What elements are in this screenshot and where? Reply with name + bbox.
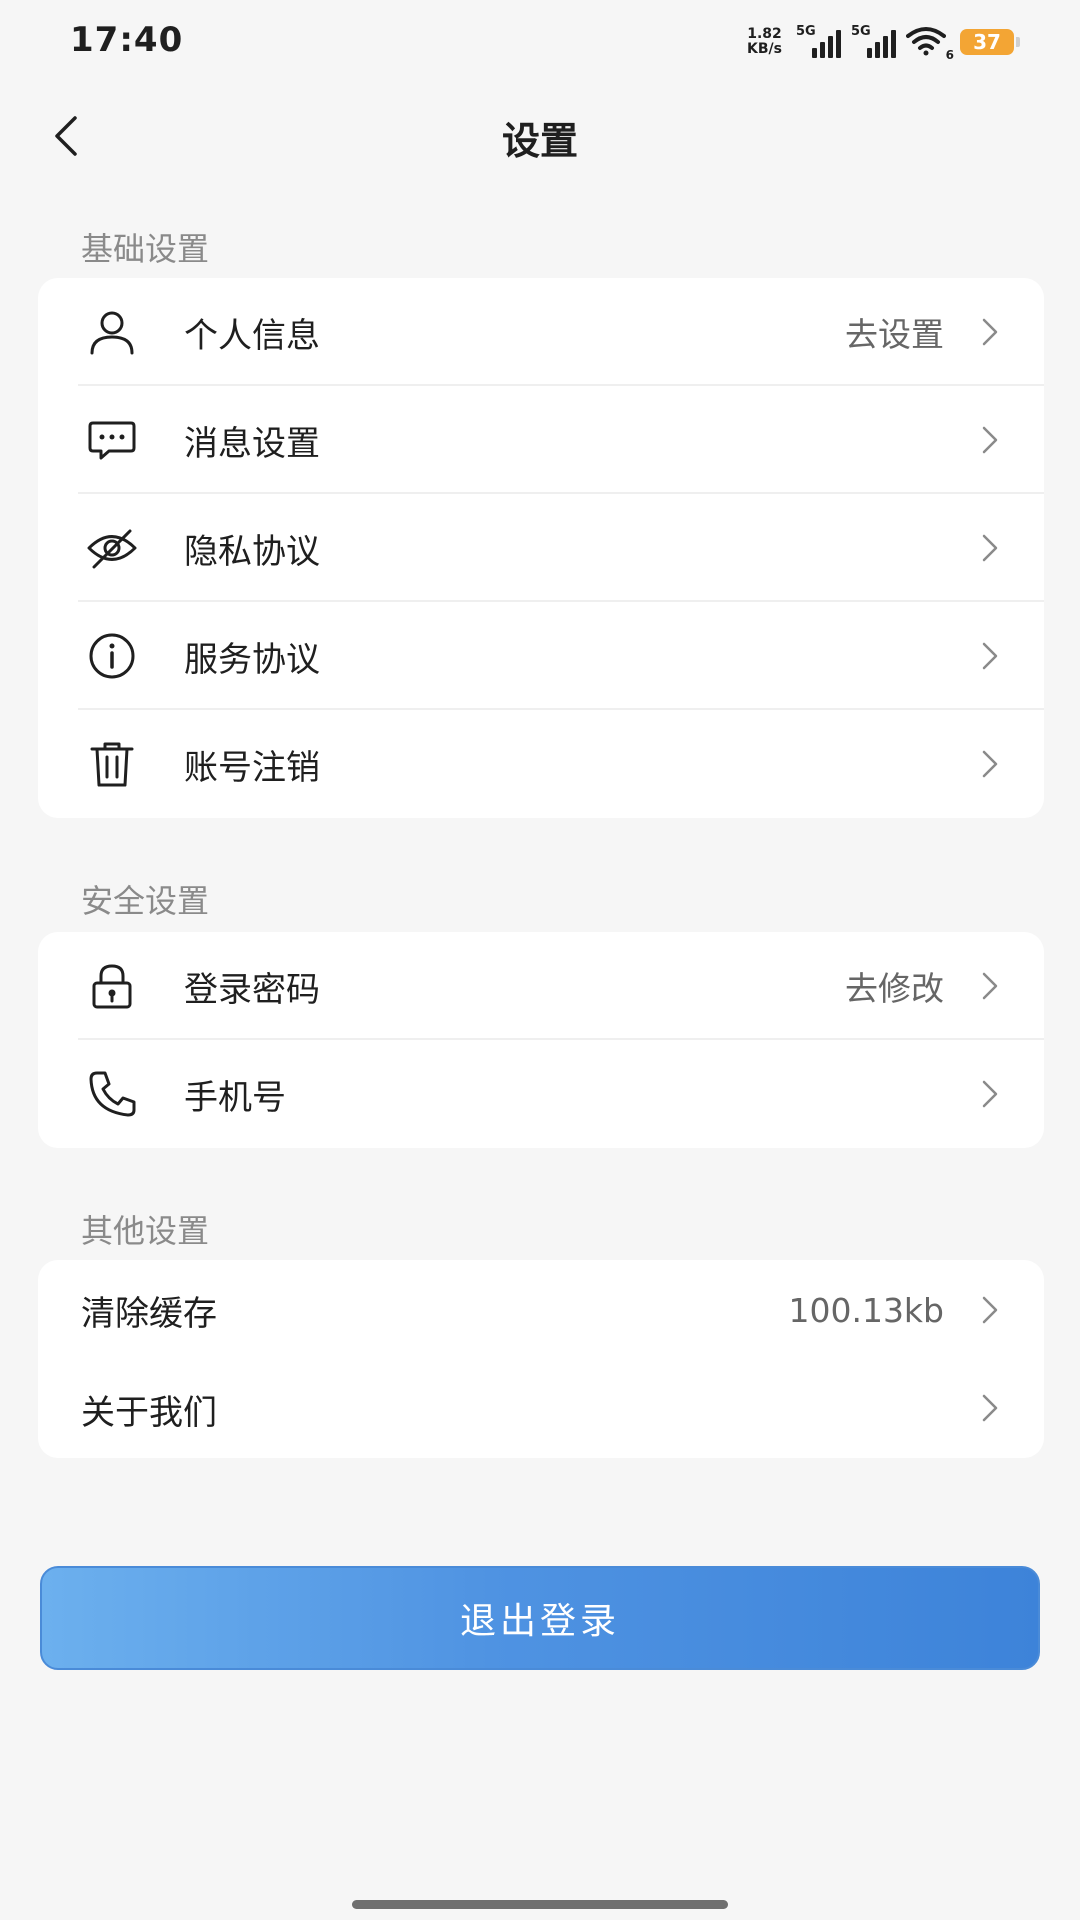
- wifi-icon: 6: [906, 26, 954, 62]
- battery-icon: 37: [960, 29, 1020, 55]
- row-label: 登录密码: [184, 969, 320, 1010]
- row-account-deletion[interactable]: 账号注销: [38, 710, 1044, 818]
- section-title-basic: 基础设置: [81, 230, 210, 268]
- row-clear-cache[interactable]: 清除缓存 100.13kb: [38, 1260, 1044, 1360]
- section-title-security: 安全设置: [81, 882, 210, 920]
- row-about-us[interactable]: 关于我们: [38, 1360, 1044, 1458]
- page-title: 设置: [501, 119, 578, 163]
- network-speed-unit: KB/s: [747, 41, 782, 57]
- basic-settings-card: 个人信息 去设置 消息设置 隐私协议 服务协议 账号注销: [38, 278, 1044, 818]
- row-message-settings[interactable]: 消息设置: [38, 386, 1044, 494]
- sim1-label: 5G: [796, 24, 816, 39]
- row-label: 手机号: [184, 1077, 286, 1118]
- chevron-right-icon: [970, 744, 1010, 784]
- status-bar: 17:40 1.82 KB/s 5G 5G 6 37: [0, 0, 1080, 84]
- chevron-right-icon: [970, 966, 1010, 1006]
- status-time: 17:40: [70, 20, 184, 60]
- row-value: 去修改: [845, 969, 944, 1008]
- battery-level: 37: [973, 30, 1001, 54]
- row-login-password[interactable]: 登录密码 去修改: [38, 932, 1044, 1040]
- signal-icon-sim1: 5G: [796, 24, 841, 58]
- row-privacy-agreement[interactable]: 隐私协议: [38, 494, 1044, 602]
- info-icon: [82, 626, 142, 686]
- wifi-badge: 6: [945, 48, 954, 62]
- signal-icon-sim2: 5G: [851, 24, 896, 58]
- row-label: 隐私协议: [184, 531, 320, 572]
- row-service-agreement[interactable]: 服务协议: [38, 602, 1044, 710]
- row-value: 去设置: [845, 315, 944, 354]
- row-phone-number[interactable]: 手机号: [38, 1040, 1044, 1148]
- status-icons: 1.82 KB/s 5G 5G 6 37: [747, 22, 1020, 62]
- lock-icon: [82, 956, 142, 1016]
- phone-icon: [82, 1064, 142, 1124]
- sim2-label: 5G: [851, 24, 871, 39]
- section-title-other: 其他设置: [81, 1212, 210, 1250]
- chevron-right-icon: [970, 420, 1010, 460]
- logout-label: 退出登录: [459, 1601, 620, 1642]
- network-speed-value: 1.82: [747, 26, 782, 42]
- row-label: 账号注销: [184, 747, 320, 788]
- row-label: 清除缓存: [81, 1293, 217, 1334]
- chevron-right-icon: [970, 528, 1010, 568]
- other-settings-card: 清除缓存 100.13kb 关于我们: [38, 1260, 1044, 1458]
- security-settings-card: 登录密码 去修改 手机号: [38, 932, 1044, 1148]
- header: 设置: [0, 96, 1080, 176]
- chevron-right-icon: [970, 636, 1010, 676]
- row-label: 消息设置: [184, 423, 320, 464]
- logout-button[interactable]: 退出登录: [40, 1566, 1040, 1670]
- cache-size: 100.13kb: [788, 1290, 944, 1330]
- row-personal-info[interactable]: 个人信息 去设置: [38, 278, 1044, 386]
- chevron-right-icon: [970, 1388, 1010, 1428]
- chevron-right-icon: [970, 1074, 1010, 1114]
- home-indicator[interactable]: [352, 1900, 728, 1909]
- row-label: 服务协议: [184, 639, 320, 680]
- row-label: 关于我们: [81, 1392, 217, 1433]
- eye-off-icon: [82, 518, 142, 578]
- message-icon: [82, 410, 142, 470]
- chevron-right-icon: [970, 1290, 1010, 1330]
- user-icon: [82, 302, 142, 362]
- chevron-right-icon: [970, 312, 1010, 352]
- trash-icon: [82, 734, 142, 794]
- row-label: 个人信息: [184, 315, 320, 356]
- network-speed: 1.82 KB/s: [747, 27, 782, 57]
